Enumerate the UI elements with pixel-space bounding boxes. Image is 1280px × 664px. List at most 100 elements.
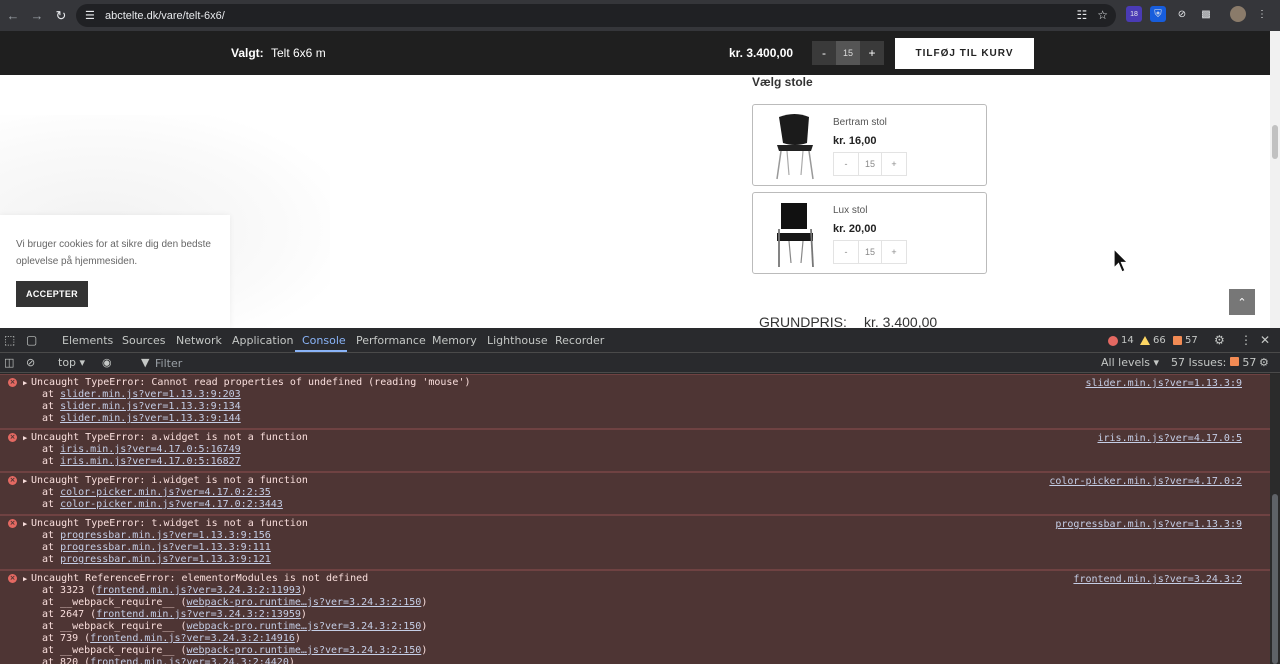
filter-input[interactable]: ▼ Filter (131, 354, 1091, 372)
back-to-top-button[interactable]: ⌃ (1229, 289, 1255, 315)
error-text: Uncaught ReferenceError: elementorModule… (31, 573, 369, 584)
console-settings-gear-icon[interactable]: ⚙ (1259, 356, 1269, 369)
profile-avatar[interactable] (1230, 6, 1246, 22)
issues-count[interactable]: 57 (1173, 335, 1198, 346)
stack-frame-link[interactable]: slider.min.js?ver=1.13.3:9:134 (60, 401, 241, 412)
stack-frame: at progressbar.min.js?ver=1.13.3:9:156 (0, 530, 1270, 542)
tab-lighthouse[interactable]: Lighthouse (487, 334, 548, 347)
stack-frame-link[interactable]: progressbar.min.js?ver=1.13.3:9:121 (60, 554, 271, 565)
warning-count[interactable]: 66 (1140, 335, 1166, 346)
stack-frame: at progressbar.min.js?ver=1.13.3:9:111 (0, 542, 1270, 554)
decrease-button[interactable]: - (834, 153, 858, 175)
reload-icon[interactable]: ↻ (50, 5, 72, 27)
chairs-heading: Vælg stole (752, 75, 813, 89)
tab-application[interactable]: Application (232, 334, 293, 347)
warning-icon (1140, 336, 1150, 345)
add-to-cart-button[interactable]: TILFØJ TIL KURV (895, 38, 1034, 69)
stack-frame-link[interactable]: slider.min.js?ver=1.13.3:9:144 (60, 413, 241, 424)
stack-frame-link[interactable]: color-picker.min.js?ver=4.17.0:2:35 (60, 487, 271, 498)
stack-frame-link[interactable]: iris.min.js?ver=4.17.0:5:16827 (60, 456, 241, 467)
stack-frame-link[interactable]: webpack-pro.runtime…js?ver=3.24.3:2:150 (187, 597, 422, 608)
tab-console[interactable]: Console (302, 334, 346, 347)
console-error-message[interactable]: × ▶ Uncaught TypeError: t.widget is not a … (0, 515, 1270, 570)
error-text: Uncaught TypeError: i.widget is not a fu… (31, 475, 308, 486)
error-source-link[interactable]: slider.min.js?ver=1.13.3:9 (1085, 378, 1242, 389)
compass-icon[interactable]: ⊘ (1174, 6, 1190, 22)
extension-badge-icon[interactable]: 18 (1126, 6, 1142, 22)
console-error-message[interactable]: × ▶ Uncaught TypeError: i.widget is not a … (0, 472, 1270, 515)
increase-button[interactable]: + (882, 241, 906, 263)
log-levels-dropdown[interactable]: All levels ▾ (1101, 356, 1159, 369)
quantity-input[interactable]: 15 (836, 41, 860, 65)
stack-frame-prefix: at __webpack_require__ ( (42, 621, 187, 632)
console-error-message[interactable]: × ▶ Uncaught TypeError: Cannot read proper… (0, 374, 1270, 429)
error-count[interactable]: 14 (1108, 335, 1134, 346)
stack-frame-link[interactable]: frontend.min.js?ver=3.24.3:2:11993 (96, 585, 301, 596)
live-expression-eye-icon[interactable]: ◉ (102, 356, 112, 369)
accept-cookies-button[interactable]: ACCEPTER (16, 281, 88, 307)
console-error-message[interactable]: × ▶ Uncaught TypeError: a.widget is not a … (0, 429, 1270, 472)
bookmark-star-icon[interactable]: ☆ (1097, 8, 1108, 22)
expand-caret-icon[interactable]: ▶ (23, 475, 27, 487)
tab-recorder[interactable]: Recorder (555, 334, 604, 347)
back-arrow-icon[interactable]: ← (2, 5, 24, 27)
stack-frame-link[interactable]: progressbar.min.js?ver=1.13.3:9:156 (60, 530, 271, 541)
close-icon[interactable]: ✕ (1260, 333, 1270, 347)
stack-frame: at iris.min.js?ver=4.17.0:5:16749 (0, 444, 1270, 456)
error-text: Uncaught TypeError: t.widget is not a fu… (31, 518, 308, 529)
expand-caret-icon[interactable]: ▶ (23, 377, 27, 389)
stack-frame: at iris.min.js?ver=4.17.0:5:16827 (0, 456, 1270, 468)
device-toolbar-icon[interactable]: ▢ (26, 333, 37, 347)
clear-console-icon[interactable]: ⊘ (26, 356, 35, 369)
increase-button[interactable]: + (882, 153, 906, 175)
settings-gear-icon[interactable]: ⚙ (1214, 333, 1225, 347)
page-scrollbar[interactable] (1270, 31, 1280, 328)
error-source-link[interactable]: iris.min.js?ver=4.17.0:5 (1098, 433, 1243, 444)
sticky-add-to-cart-bar: Valgt: Telt 6x6 m kr. 3.400,00 - 15 + TI… (0, 31, 1270, 75)
more-menu-icon[interactable]: ⋮ (1254, 6, 1270, 22)
tab-memory[interactable]: Memory (432, 334, 477, 347)
stack-frame-link[interactable]: webpack-pro.runtime…js?ver=3.24.3:2:150 (187, 645, 422, 656)
forward-arrow-icon[interactable]: → (26, 5, 48, 27)
console-scrollbar[interactable] (1270, 374, 1280, 664)
stack-frame: at 739 (frontend.min.js?ver=3.24.3:2:149… (0, 633, 1270, 645)
tab-elements[interactable]: Elements (62, 334, 113, 347)
decrease-button[interactable]: - (834, 241, 858, 263)
extensions-puzzle-icon[interactable]: ▩ (1198, 6, 1214, 22)
stack-frame-link[interactable]: frontend.min.js?ver=3.24.3:2:4420 (90, 657, 289, 664)
more-options-icon[interactable]: ⋮ (1240, 333, 1252, 347)
stack-frame-suffix: ) (421, 621, 428, 632)
stack-frame-link[interactable]: iris.min.js?ver=4.17.0:5:16749 (60, 444, 241, 455)
expand-caret-icon[interactable]: ▶ (23, 432, 27, 444)
bitwarden-shield-icon[interactable]: ⛨ (1150, 6, 1166, 22)
quantity-input[interactable]: 15 (858, 241, 882, 263)
inspect-element-icon[interactable]: ⬚ (4, 333, 15, 347)
stack-frame-link[interactable]: slider.min.js?ver=1.13.3:9:203 (60, 389, 241, 400)
stack-frame-link[interactable]: webpack-pro.runtime…js?ver=3.24.3:2:150 (187, 621, 422, 632)
context-selector[interactable]: top ▾ (58, 356, 85, 369)
stack-frame-link[interactable]: color-picker.min.js?ver=4.17.0:2:3443 (60, 499, 283, 510)
stack-frame-link[interactable]: frontend.min.js?ver=3.24.3:2:14916 (90, 633, 295, 644)
tab-performance[interactable]: Performance (356, 334, 426, 347)
stack-frame-link[interactable]: progressbar.min.js?ver=1.13.3:9:111 (60, 542, 271, 553)
error-source-link[interactable]: color-picker.min.js?ver=4.17.0:2 (1049, 476, 1242, 487)
expand-caret-icon[interactable]: ▶ (23, 573, 27, 585)
decrease-button[interactable]: - (812, 41, 836, 65)
page-content: Vælg stole Bertram stol kr. 16,00 - 15 +… (0, 75, 1270, 328)
increase-button[interactable]: + (860, 41, 884, 65)
sidebar-toggle-icon[interactable]: ◫ (4, 356, 14, 369)
url-text[interactable]: abctelte.dk/vare/telt-6x6/ (105, 10, 225, 22)
stack-frame: at slider.min.js?ver=1.13.3:9:144 (0, 413, 1270, 425)
expand-caret-icon[interactable]: ▶ (23, 518, 27, 530)
tab-sources[interactable]: Sources (122, 334, 166, 347)
stack-frame-link[interactable]: frontend.min.js?ver=3.24.3:2:13959 (96, 609, 301, 620)
issues-button[interactable]: 57 Issues: 57 (1171, 356, 1256, 369)
console-error-message[interactable]: × ▶ Uncaught ReferenceError: elementorModu… (0, 570, 1270, 664)
tab-network[interactable]: Network (176, 334, 222, 347)
translate-icon[interactable]: ☷ (1076, 8, 1087, 22)
error-source-link[interactable]: progressbar.min.js?ver=1.13.3:9 (1055, 519, 1242, 530)
site-settings-icon[interactable]: ☰ (85, 10, 97, 22)
address-bar[interactable]: ☰ abctelte.dk/vare/telt-6x6/ ☷ ☆ (76, 4, 1116, 27)
error-source-link[interactable]: frontend.min.js?ver=3.24.3:2 (1073, 574, 1242, 585)
quantity-input[interactable]: 15 (858, 153, 882, 175)
